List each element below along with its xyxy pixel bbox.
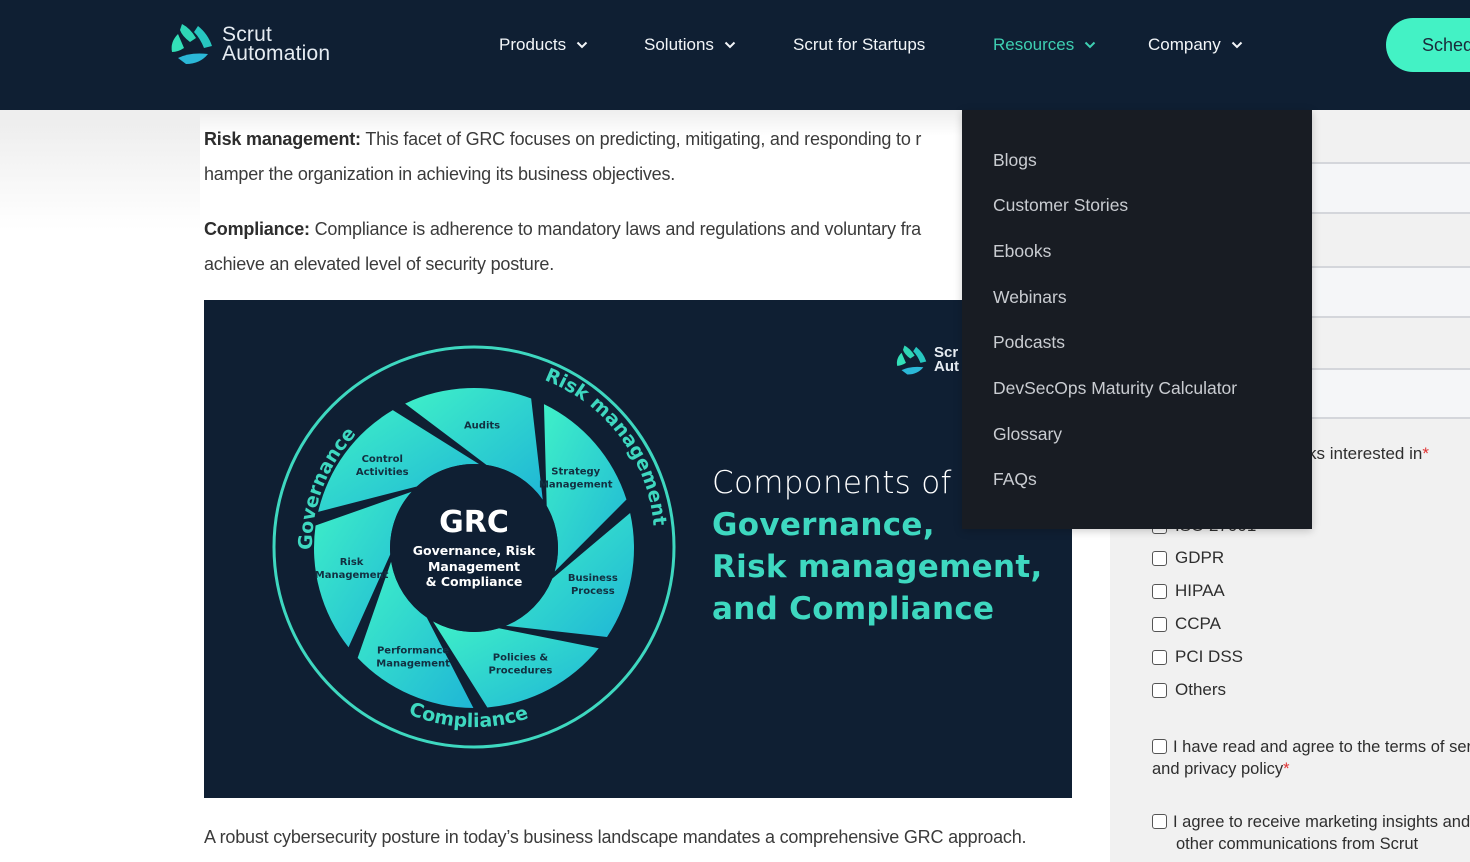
form-field[interactable] xyxy=(1310,268,1470,318)
grc-components-figure: Governance Risk management Compliance GR… xyxy=(204,300,1072,798)
article-body: Risk management: This facet of GRC focus… xyxy=(204,122,1074,282)
figure-title-accent-1: Governance, xyxy=(712,507,935,543)
segment-label: Policies & xyxy=(493,652,549,663)
risk-text-line2: hamper the organization in achieving its… xyxy=(204,164,676,184)
form-field[interactable] xyxy=(1310,214,1470,268)
menu-item-podcasts[interactable]: Podcasts xyxy=(993,332,1065,353)
risk-management-paragraph: Risk management: This facet of GRC focus… xyxy=(204,122,1074,192)
risk-term: Risk management: xyxy=(204,129,361,149)
chevron-down-icon xyxy=(1085,41,1096,49)
nav-resources-label: Resources xyxy=(993,35,1075,54)
checkbox[interactable] xyxy=(1152,583,1167,599)
terms-label: I have read and agree to the terms of se… xyxy=(1173,738,1470,756)
marketing-label: I agree to receive marketing insights an… xyxy=(1173,813,1470,831)
checkbox-others[interactable]: Others xyxy=(1152,680,1226,700)
figure-logo-line2: Aut xyxy=(934,358,959,375)
terms-label-line2: and privacy policy xyxy=(1152,760,1284,778)
nav-solutions[interactable]: Solutions xyxy=(644,32,736,58)
center-subtitle-1: Governance, Risk xyxy=(413,543,536,558)
checkbox-gdpr[interactable]: GDPR xyxy=(1152,548,1224,568)
nav-company-label: Company xyxy=(1148,35,1221,54)
marketing-checkbox[interactable] xyxy=(1152,814,1167,829)
menu-item-customer-stories[interactable]: Customer Stories xyxy=(993,195,1128,216)
chevron-down-icon xyxy=(1231,41,1242,49)
segment-label: Control xyxy=(362,454,403,465)
terms-checkbox[interactable] xyxy=(1152,739,1167,754)
nav-solutions-label: Solutions xyxy=(644,35,714,54)
marketing-label-line2: other communications from Scrut xyxy=(1176,835,1419,853)
center-title: GRC xyxy=(439,505,509,540)
center-subtitle-2: Management xyxy=(428,559,520,574)
menu-item-ebooks[interactable]: Ebooks xyxy=(993,241,1051,262)
checkbox[interactable] xyxy=(1152,649,1167,665)
segment-label: Activities xyxy=(356,467,409,478)
risk-text: This facet of GRC focuses on predicting,… xyxy=(360,129,922,149)
checkbox-label: GDPR xyxy=(1175,548,1225,567)
form-field[interactable] xyxy=(1310,318,1470,370)
nav-resources[interactable]: Resources xyxy=(993,32,1096,58)
checkbox-hipaa[interactable]: HIPAA xyxy=(1152,581,1225,601)
checkbox-pci-dss[interactable]: PCI DSS xyxy=(1152,647,1243,667)
logo-text-line2: Automation xyxy=(222,42,331,65)
marketing-consent[interactable]: I agree to receive marketing insights an… xyxy=(1152,811,1470,855)
nav-company[interactable]: Company xyxy=(1148,32,1243,58)
chevron-down-icon xyxy=(724,41,736,49)
checkbox-label: PCI DSS xyxy=(1175,647,1244,666)
schedule-demo-button[interactable]: Schedule xyxy=(1386,18,1470,72)
frameworks-label: ks interested in* xyxy=(1308,444,1429,463)
compliance-term: Compliance: xyxy=(204,219,310,239)
segment-label: Performance xyxy=(377,646,449,657)
menu-item-blogs[interactable]: Blogs xyxy=(993,150,1037,171)
closing-paragraph: A robust cybersecurity posture in today’… xyxy=(204,827,1027,847)
checkbox-ccpa[interactable]: CCPA xyxy=(1152,614,1221,634)
checkbox[interactable] xyxy=(1152,616,1167,632)
segment-label: Audits xyxy=(464,420,500,431)
checkbox[interactable] xyxy=(1152,550,1167,566)
menu-item-glossary[interactable]: Glossary xyxy=(993,424,1062,445)
site-header: Scrut Automation Products Solutions Scru… xyxy=(0,0,1470,110)
scrut-logo-icon xyxy=(896,345,927,375)
form-field[interactable] xyxy=(1310,164,1470,214)
compliance-paragraph: Compliance: Compliance is adherence to m… xyxy=(204,212,1074,282)
nav-startups-label: Scrut for Startups xyxy=(793,35,926,54)
form-field[interactable] xyxy=(1310,110,1470,164)
figure-logo: Scr Aut xyxy=(894,344,959,376)
menu-item-webinars[interactable]: Webinars xyxy=(993,287,1067,308)
checkbox-label: Others xyxy=(1175,680,1227,699)
nav-products-label: Products xyxy=(499,35,567,54)
scrut-logo-icon xyxy=(171,24,212,64)
menu-item-faqs[interactable]: FAQs xyxy=(993,469,1037,490)
menu-item-devsecops-calculator[interactable]: DevSecOps Maturity Calculator xyxy=(993,378,1237,399)
segment-label: Procedures xyxy=(489,665,553,676)
checkbox[interactable] xyxy=(1152,682,1167,698)
chevron-down-icon xyxy=(576,41,588,49)
scrut-logo[interactable]: Scrut Automation xyxy=(168,22,330,66)
figure-title-accent-3: and Compliance xyxy=(712,591,995,627)
center-subtitle-3: & Compliance xyxy=(426,574,523,589)
segment-label: Management xyxy=(315,570,389,581)
segment-label: Business xyxy=(568,573,618,584)
segment-label: Management xyxy=(539,480,613,491)
segment-label: Process xyxy=(571,586,615,597)
compliance-text: Compliance is adherence to mandatory law… xyxy=(309,219,922,239)
checkbox-label: CCPA xyxy=(1175,614,1221,633)
segment-label: Strategy xyxy=(551,467,600,478)
resources-dropdown-menu: Blogs Customer Stories Ebooks Webinars P… xyxy=(962,110,1312,529)
compliance-text-line2: achieve an elevated level of security po… xyxy=(204,254,555,274)
checkbox-label: HIPAA xyxy=(1175,581,1225,600)
nav-scrut-for-startups[interactable]: Scrut for Startups xyxy=(793,32,925,58)
segment-label: Risk xyxy=(340,557,364,568)
figure-title-accent-2: Risk management, xyxy=(712,549,1043,585)
nav-products[interactable]: Products xyxy=(499,32,588,58)
segment-label: Management xyxy=(376,659,450,670)
terms-consent[interactable]: I have read and agree to the terms of se… xyxy=(1152,736,1470,780)
form-field[interactable] xyxy=(1310,370,1470,419)
